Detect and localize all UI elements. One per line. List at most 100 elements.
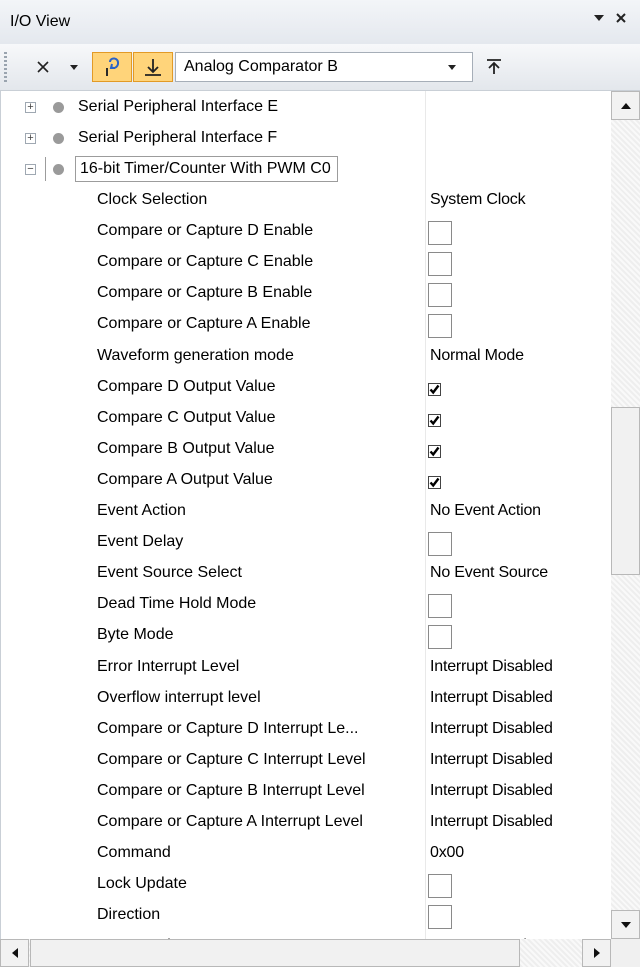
property-row[interactable]: Compare or Capture B Interrupt Level Inte… [1,777,612,808]
checkbox-checked[interactable] [428,383,441,396]
chevron-down-icon[interactable] [432,53,472,81]
property-value[interactable]: System Clock [430,191,526,209]
chevron-down-icon[interactable] [592,11,606,31]
property-name: Command [97,844,171,861]
property-name: Direction [97,906,161,923]
module-select[interactable]: Analog Comparator B [175,52,473,82]
expand-icon[interactable]: + [25,102,36,113]
io-tree[interactable]: + Serial Peripheral Interface E + Serial… [0,91,612,939]
pin-to-top-icon[interactable] [480,52,508,82]
property-value[interactable]: 0x00 [430,844,464,862]
checkbox-checked[interactable] [428,476,441,489]
property-value[interactable]: Interrupt Disabled [430,782,553,800]
property-row[interactable]: Error Interrupt Level Interrupt Disabled [1,653,612,684]
property-row[interactable]: Event Action No Event Action [1,497,612,528]
scroll-left-icon[interactable] [0,939,29,967]
close-x-icon[interactable] [30,52,56,82]
property-row[interactable]: Command 0x00 [1,839,612,870]
property-row[interactable]: Event Delay [1,528,612,559]
tree-node-timer-c0[interactable]: − 16-bit Timer/Counter With PWM C0 [1,155,612,186]
property-name: Compare D Output Value [97,378,276,395]
toolbar-grip[interactable] [4,52,7,82]
checkbox-unchecked[interactable] [428,283,452,307]
expand-icon[interactable]: + [25,133,36,144]
module-select-value: Analog Comparator B [184,58,338,75]
refresh-bits-icon[interactable] [92,52,132,82]
checkbox-checked[interactable] [428,414,441,427]
module-label: 16-bit Timer/Counter With PWM C0 [75,156,338,182]
property-name: Clock Selection [97,191,208,208]
close-icon[interactable] [614,11,628,31]
property-name: Error Interrupt Level [97,658,240,675]
property-name: Compare or Capture A Interrupt Level [97,813,363,830]
property-row[interactable]: Compare B Output Value [1,435,612,466]
property-row[interactable]: Direction [1,901,612,932]
property-row[interactable]: Clock Selection System Clock [1,186,612,217]
checkbox-unchecked[interactable] [428,221,452,245]
property-row[interactable]: Compare or Capture C Interrupt Level Inte… [1,746,612,777]
horizontal-scrollbar[interactable] [0,939,611,967]
property-name: Compare or Capture C Enable [97,253,314,270]
property-value[interactable]: Interrupt Disabled [430,689,553,707]
tree-node-spi-e[interactable]: + Serial Peripheral Interface E [1,93,612,124]
checkbox-unchecked[interactable] [428,314,452,338]
property-value[interactable]: No Event Action [430,502,541,520]
property-row[interactable]: CommandNo Command [1,932,612,939]
dropdown-arrow-icon[interactable] [66,52,82,82]
scroll-down-icon[interactable] [611,910,640,939]
vertical-scrollbar[interactable] [611,91,640,939]
property-row[interactable]: Compare or Capture D Enable [1,217,612,248]
module-icon [53,102,64,113]
property-row[interactable]: Waveform generation mode Normal Mode [1,342,612,373]
checkbox-unchecked[interactable] [428,874,452,898]
property-name: Compare or Capture D Enable [97,222,314,239]
scroll-up-icon[interactable] [611,91,640,120]
property-name: Compare or Capture D Interrupt Le... [97,720,359,737]
property-row[interactable]: Byte Mode [1,621,612,652]
module-label: Serial Peripheral Interface F [78,129,278,146]
tree-node-spi-f[interactable]: + Serial Peripheral Interface F [1,124,612,155]
property-value[interactable]: Interrupt Disabled [430,658,553,676]
property-value[interactable]: No Event Source [430,564,548,582]
property-row[interactable]: Overflow interrupt level Interrupt Disabl… [1,684,612,715]
property-row[interactable]: Lock Update [1,870,612,901]
property-name: Waveform generation mode [97,347,294,364]
vertical-scroll-thumb[interactable] [611,407,640,575]
collapse-icon[interactable]: − [25,164,36,175]
property-row[interactable]: Dead Time Hold Mode [1,590,612,621]
checkbox-unchecked[interactable] [428,252,452,276]
property-name: Lock Update [97,875,187,892]
property-row[interactable]: Compare C Output Value [1,404,612,435]
property-value[interactable]: Normal Mode [430,347,524,365]
checkbox-unchecked[interactable] [428,625,452,649]
checkbox-checked[interactable] [428,445,441,458]
break-on-change-icon[interactable] [133,52,173,82]
module-icon [53,164,64,175]
property-row[interactable]: Compare or Capture C Enable [1,248,612,279]
property-value[interactable]: Interrupt Disabled [430,813,553,831]
tree-line [45,157,46,181]
property-row[interactable]: Compare A Output Value [1,466,612,497]
property-value[interactable]: Interrupt Disabled [430,751,553,769]
scroll-right-icon[interactable] [582,939,611,967]
window-title: I/O View [10,13,71,30]
property-name: Compare or Capture B Interrupt Level [97,782,365,799]
property-name: Event Delay [97,533,184,550]
property-row[interactable]: Compare or Capture A Enable [1,310,612,341]
property-row[interactable]: Event Source Select No Event Source [1,559,612,590]
module-icon [53,133,64,144]
property-name: Byte Mode [97,626,174,643]
checkbox-unchecked[interactable] [428,905,452,929]
property-name: Compare or Capture A Enable [97,315,311,332]
property-value[interactable]: Interrupt Disabled [430,720,553,738]
property-name: Overflow interrupt level [97,689,261,706]
checkbox-unchecked[interactable] [428,532,452,556]
property-row[interactable]: Compare or Capture B Enable [1,279,612,310]
property-row[interactable]: Compare or Capture D Interrupt Le... Inte… [1,715,612,746]
horizontal-scroll-thumb[interactable] [30,939,520,967]
property-name: Compare or Capture C Interrupt Level [97,751,366,768]
property-row[interactable]: Compare D Output Value [1,373,612,404]
checkbox-unchecked[interactable] [428,594,452,618]
property-name: Compare or Capture B Enable [97,284,313,301]
property-row[interactable]: Compare or Capture A Interrupt Level Inte… [1,808,612,839]
